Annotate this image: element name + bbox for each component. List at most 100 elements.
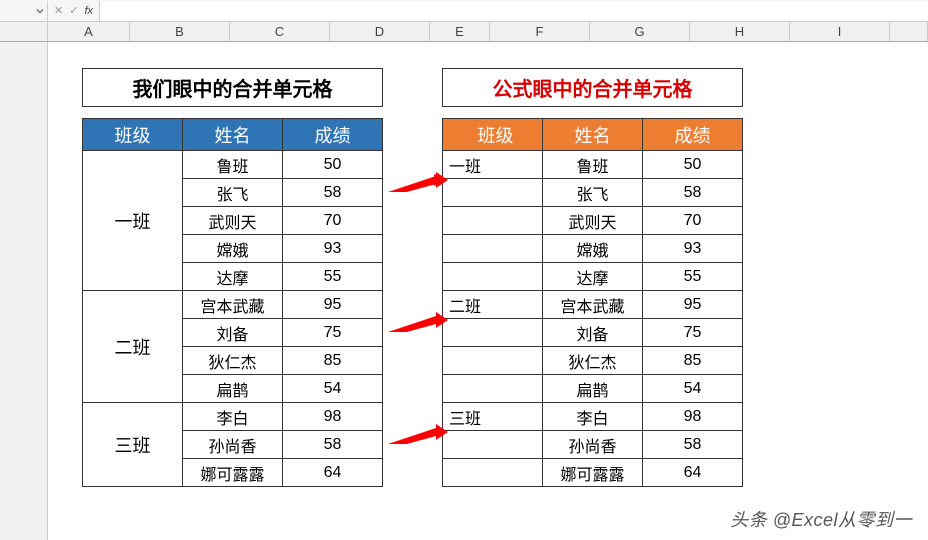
cell[interactable]: 鲁班 bbox=[183, 151, 283, 179]
cancel-icon[interactable]: ✕ bbox=[54, 4, 63, 17]
cell[interactable] bbox=[443, 235, 543, 263]
fx-label[interactable]: fx bbox=[84, 5, 93, 17]
col-header-I[interactable]: I bbox=[790, 22, 890, 41]
cell[interactable]: 扁鹊 bbox=[543, 375, 643, 403]
table-row[interactable]: 娜可露露64 bbox=[443, 459, 743, 487]
cell[interactable]: 宫本武藏 bbox=[543, 291, 643, 319]
merged-class-cell[interactable]: 三班 bbox=[83, 403, 183, 487]
cell[interactable]: 54 bbox=[283, 375, 383, 403]
cell[interactable]: 70 bbox=[283, 207, 383, 235]
cell[interactable]: 64 bbox=[643, 459, 743, 487]
cell[interactable] bbox=[443, 207, 543, 235]
col-header-B[interactable]: B bbox=[130, 22, 230, 41]
cell[interactable] bbox=[443, 347, 543, 375]
cell[interactable] bbox=[443, 263, 543, 291]
right-header-score: 成绩 bbox=[643, 119, 743, 151]
col-header-G[interactable]: G bbox=[590, 22, 690, 41]
cell[interactable]: 狄仁杰 bbox=[183, 347, 283, 375]
cell[interactable]: 50 bbox=[643, 151, 743, 179]
table-row[interactable]: 孙尚香58 bbox=[443, 431, 743, 459]
cell[interactable]: 李白 bbox=[183, 403, 283, 431]
cell[interactable]: 58 bbox=[643, 179, 743, 207]
cell[interactable]: 58 bbox=[643, 431, 743, 459]
confirm-icon[interactable]: ✓ bbox=[69, 4, 78, 17]
table-row[interactable]: 三班李白98 bbox=[443, 403, 743, 431]
col-header-A[interactable]: A bbox=[48, 22, 130, 41]
cell[interactable]: 55 bbox=[283, 263, 383, 291]
col-header-D[interactable]: D bbox=[330, 22, 430, 41]
cell[interactable]: 三班 bbox=[443, 403, 543, 431]
cell[interactable]: 孙尚香 bbox=[543, 431, 643, 459]
cell[interactable]: 54 bbox=[643, 375, 743, 403]
col-header-C[interactable]: C bbox=[230, 22, 330, 41]
cell[interactable]: 98 bbox=[643, 403, 743, 431]
cell[interactable]: 嫦娥 bbox=[183, 235, 283, 263]
table-row[interactable]: 狄仁杰85 bbox=[443, 347, 743, 375]
cell[interactable]: 58 bbox=[283, 179, 383, 207]
col-header-F[interactable]: F bbox=[490, 22, 590, 41]
cell[interactable]: 达摩 bbox=[183, 263, 283, 291]
cell[interactable]: 孙尚香 bbox=[183, 431, 283, 459]
col-header-H[interactable]: H bbox=[690, 22, 790, 41]
cell[interactable]: 嫦娥 bbox=[543, 235, 643, 263]
cell[interactable]: 95 bbox=[643, 291, 743, 319]
table-row[interactable]: 三班 李白 98 bbox=[83, 403, 383, 431]
cell[interactable]: 刘备 bbox=[183, 319, 283, 347]
cell[interactable]: 85 bbox=[643, 347, 743, 375]
table-row[interactable]: 达摩55 bbox=[443, 263, 743, 291]
right-table-title: 公式眼中的合并单元格 bbox=[443, 69, 743, 107]
formula-input[interactable] bbox=[99, 1, 928, 21]
cell[interactable]: 达摩 bbox=[543, 263, 643, 291]
table-row[interactable]: 扁鹊54 bbox=[443, 375, 743, 403]
merged-class-cell[interactable]: 一班 bbox=[83, 151, 183, 291]
merged-class-cell[interactable]: 二班 bbox=[83, 291, 183, 403]
table-row[interactable]: 嫦娥93 bbox=[443, 235, 743, 263]
table-row[interactable]: 二班 宫本武藏 95 bbox=[83, 291, 383, 319]
left-header-class: 班级 bbox=[83, 119, 183, 151]
cell[interactable]: 64 bbox=[283, 459, 383, 487]
select-all-corner[interactable] bbox=[0, 22, 48, 41]
cell[interactable]: 98 bbox=[283, 403, 383, 431]
table-row[interactable]: 刘备75 bbox=[443, 319, 743, 347]
row-header-gutter[interactable] bbox=[0, 42, 48, 540]
cell[interactable] bbox=[443, 319, 543, 347]
cell[interactable] bbox=[443, 459, 543, 487]
cell[interactable]: 58 bbox=[283, 431, 383, 459]
table-row[interactable]: 一班鲁班50 bbox=[443, 151, 743, 179]
cell[interactable]: 70 bbox=[643, 207, 743, 235]
cell[interactable]: 55 bbox=[643, 263, 743, 291]
cell[interactable]: 75 bbox=[643, 319, 743, 347]
left-header-score: 成绩 bbox=[283, 119, 383, 151]
cell[interactable]: 武则天 bbox=[183, 207, 283, 235]
cell[interactable]: 娜可露露 bbox=[543, 459, 643, 487]
cell[interactable] bbox=[443, 179, 543, 207]
cell[interactable] bbox=[443, 375, 543, 403]
cell[interactable]: 二班 bbox=[443, 291, 543, 319]
cell[interactable]: 93 bbox=[283, 235, 383, 263]
cell[interactable]: 50 bbox=[283, 151, 383, 179]
name-box[interactable] bbox=[0, 1, 48, 21]
table-row[interactable]: 二班宫本武藏95 bbox=[443, 291, 743, 319]
cell[interactable]: 鲁班 bbox=[543, 151, 643, 179]
cell[interactable]: 武则天 bbox=[543, 207, 643, 235]
cell[interactable]: 一班 bbox=[443, 151, 543, 179]
cell[interactable]: 张飞 bbox=[183, 179, 283, 207]
column-headers: A B C D E F G H I bbox=[0, 22, 928, 42]
table-row[interactable]: 张飞58 bbox=[443, 179, 743, 207]
cell[interactable]: 85 bbox=[283, 347, 383, 375]
cell[interactable]: 扁鹊 bbox=[183, 375, 283, 403]
cell[interactable]: 93 bbox=[643, 235, 743, 263]
cell[interactable]: 李白 bbox=[543, 403, 643, 431]
table-row[interactable]: 武则天70 bbox=[443, 207, 743, 235]
cell[interactable]: 张飞 bbox=[543, 179, 643, 207]
col-header-E[interactable]: E bbox=[430, 22, 490, 41]
cell[interactable]: 宫本武藏 bbox=[183, 291, 283, 319]
cell[interactable]: 95 bbox=[283, 291, 383, 319]
cell[interactable]: 狄仁杰 bbox=[543, 347, 643, 375]
cell[interactable]: 75 bbox=[283, 319, 383, 347]
worksheet-area[interactable]: 我们眼中的合并单元格 班级 姓名 成绩 一班 鲁班 50 张飞58 武则天70 … bbox=[48, 42, 928, 540]
cell[interactable]: 刘备 bbox=[543, 319, 643, 347]
cell[interactable] bbox=[443, 431, 543, 459]
table-row[interactable]: 一班 鲁班 50 bbox=[83, 151, 383, 179]
cell[interactable]: 娜可露露 bbox=[183, 459, 283, 487]
